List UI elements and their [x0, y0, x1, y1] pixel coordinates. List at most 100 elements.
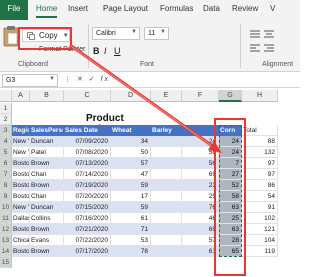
table-cell-region[interactable]: Boston: [12, 169, 30, 180]
table-cell-sales-date[interactable]: 07/09/2020: [64, 136, 111, 147]
table-cell-region[interactable]: Chicago: [12, 235, 30, 246]
table-cell-wheat[interactable]: 34: [111, 136, 151, 147]
tab-insert[interactable]: Insert: [68, 4, 88, 13]
table-header-cell[interactable]: Wheat: [111, 125, 151, 136]
table-cell-salesperson[interactable]: Evans: [30, 235, 64, 246]
column-header-g[interactable]: G: [219, 90, 242, 102]
tab-file[interactable]: File: [0, 0, 28, 20]
row-header-10[interactable]: 10: [0, 202, 12, 213]
table-cell-salesperson[interactable]: Brown: [30, 158, 64, 169]
table-cell-total[interactable]: 104: [242, 235, 278, 246]
table-cell-sales-date[interactable]: 07/17/2020: [64, 246, 111, 257]
tab-data[interactable]: Data: [203, 4, 220, 13]
row-header-12[interactable]: 12: [0, 224, 12, 235]
table-cell-total[interactable]: 88: [242, 136, 278, 147]
row-header-5[interactable]: 5: [0, 147, 12, 158]
table-cell-sales-date[interactable]: 07/22/2020: [64, 235, 111, 246]
table-cell-wheat[interactable]: 57: [111, 158, 151, 169]
table-cell-empty[interactable]: [151, 224, 182, 235]
table-cell-empty[interactable]: [151, 191, 182, 202]
table-cell-region[interactable]: New York: [12, 136, 30, 147]
row-header-14[interactable]: 14: [0, 246, 12, 257]
table-cell-salesperson[interactable]: Duncan: [30, 202, 64, 213]
row-header-1[interactable]: 1: [0, 103, 12, 114]
column-header-c[interactable]: C: [64, 90, 111, 102]
table-cell-total[interactable]: 54: [242, 191, 278, 202]
table-cell-region[interactable]: Boston: [12, 191, 30, 202]
table-cell-empty[interactable]: [151, 213, 182, 224]
name-box[interactable]: G3 ▼: [2, 74, 58, 87]
table-header-cell[interactable]: Barley: [151, 125, 182, 136]
table-cell-region[interactable]: Boston: [12, 246, 30, 257]
table-cell-empty[interactable]: [151, 235, 182, 246]
row-header-4[interactable]: 4: [0, 136, 12, 147]
table-cell-sales-date[interactable]: 07/20/2020: [64, 191, 111, 202]
table-cell-wheat[interactable]: 61: [111, 213, 151, 224]
paste-icon[interactable]: [3, 25, 19, 47]
table-cell-total[interactable]: 91: [242, 202, 278, 213]
row-header-6[interactable]: 6: [0, 158, 12, 169]
column-header-a[interactable]: A: [12, 90, 30, 102]
table-cell-salesperson[interactable]: Chan: [30, 169, 64, 180]
table-cell-wheat[interactable]: 53: [111, 235, 151, 246]
bold-icon[interactable]: B: [93, 46, 100, 56]
column-header-e[interactable]: E: [151, 90, 182, 102]
table-cell-empty[interactable]: [151, 202, 182, 213]
table-cell-sales-date[interactable]: 07/14/2020: [64, 169, 111, 180]
tab-view[interactable]: V: [270, 4, 275, 13]
table-cell-region[interactable]: New York: [12, 147, 30, 158]
row-header-15[interactable]: 15: [0, 257, 12, 268]
fx-icon[interactable]: ⋮ ✕ ✓ fx: [64, 75, 110, 83]
row-header-7[interactable]: 7: [0, 169, 12, 180]
table-cell-salesperson[interactable]: Duncan: [30, 136, 64, 147]
table-cell-empty[interactable]: [151, 246, 182, 257]
table-cell-total[interactable]: 97: [242, 158, 278, 169]
table-header-cell[interactable]: SalesPerson: [30, 125, 64, 136]
row-header-3[interactable]: 3: [0, 125, 12, 136]
table-cell-wheat[interactable]: 71: [111, 224, 151, 235]
font-size-select[interactable]: 11 ▼: [144, 27, 169, 40]
table-cell-wheat[interactable]: 47: [111, 169, 151, 180]
table-cell-sales-date[interactable]: 07/16/2020: [64, 213, 111, 224]
table-cell-region[interactable]: Boston: [12, 158, 30, 169]
row-header-11[interactable]: 11: [0, 213, 12, 224]
table-cell-empty[interactable]: [151, 169, 182, 180]
table-cell-wheat[interactable]: 78: [111, 246, 151, 257]
tab-page-layout[interactable]: Page Layout: [103, 4, 148, 13]
table-header-cell[interactable]: Total: [242, 125, 278, 136]
column-header-d[interactable]: D: [111, 90, 151, 102]
table-header-cell[interactable]: Sales Date: [64, 125, 111, 136]
table-cell-wheat[interactable]: 59: [111, 180, 151, 191]
table-cell-sales-date[interactable]: 07/19/2020: [64, 180, 111, 191]
table-cell-sales-date[interactable]: 07/15/2020: [64, 202, 111, 213]
table-cell-sales-date[interactable]: 07/13/2020: [64, 158, 111, 169]
tab-home[interactable]: Home: [36, 4, 58, 18]
alignment-icons[interactable]: [248, 28, 288, 56]
table-cell-total[interactable]: 97: [242, 169, 278, 180]
column-header-b[interactable]: B: [30, 90, 64, 102]
row-header-9[interactable]: 9: [0, 191, 12, 202]
table-cell-empty[interactable]: [151, 158, 182, 169]
table-cell-region[interactable]: Boston: [12, 224, 30, 235]
column-header-h[interactable]: H: [242, 90, 278, 102]
tab-formulas[interactable]: Formulas: [160, 4, 193, 13]
italic-icon[interactable]: I: [104, 46, 107, 56]
table-cell-total[interactable]: 132: [242, 147, 278, 158]
table-header-cell[interactable]: Region: [12, 125, 30, 136]
table-cell-total[interactable]: 121: [242, 224, 278, 235]
table-cell-sales-date[interactable]: 07/21/2020: [64, 224, 111, 235]
tab-review[interactable]: Review: [232, 4, 258, 13]
table-cell-total[interactable]: 86: [242, 180, 278, 191]
table-cell-salesperson[interactable]: Chan: [30, 191, 64, 202]
table-cell-region[interactable]: New York: [12, 202, 30, 213]
row-header-2[interactable]: 2: [0, 114, 12, 125]
table-cell-wheat[interactable]: 17: [111, 191, 151, 202]
table-cell-salesperson[interactable]: Brown: [30, 180, 64, 191]
table-cell-salesperson[interactable]: Brown: [30, 246, 64, 257]
table-cell-total[interactable]: 102: [242, 213, 278, 224]
font-name-select[interactable]: Calibri ▼: [92, 27, 140, 40]
column-header-f[interactable]: F: [182, 90, 219, 102]
table-cell-total[interactable]: 119: [242, 246, 278, 257]
table-cell-salesperson[interactable]: Patel: [30, 147, 64, 158]
row-header-8[interactable]: 8: [0, 180, 12, 191]
